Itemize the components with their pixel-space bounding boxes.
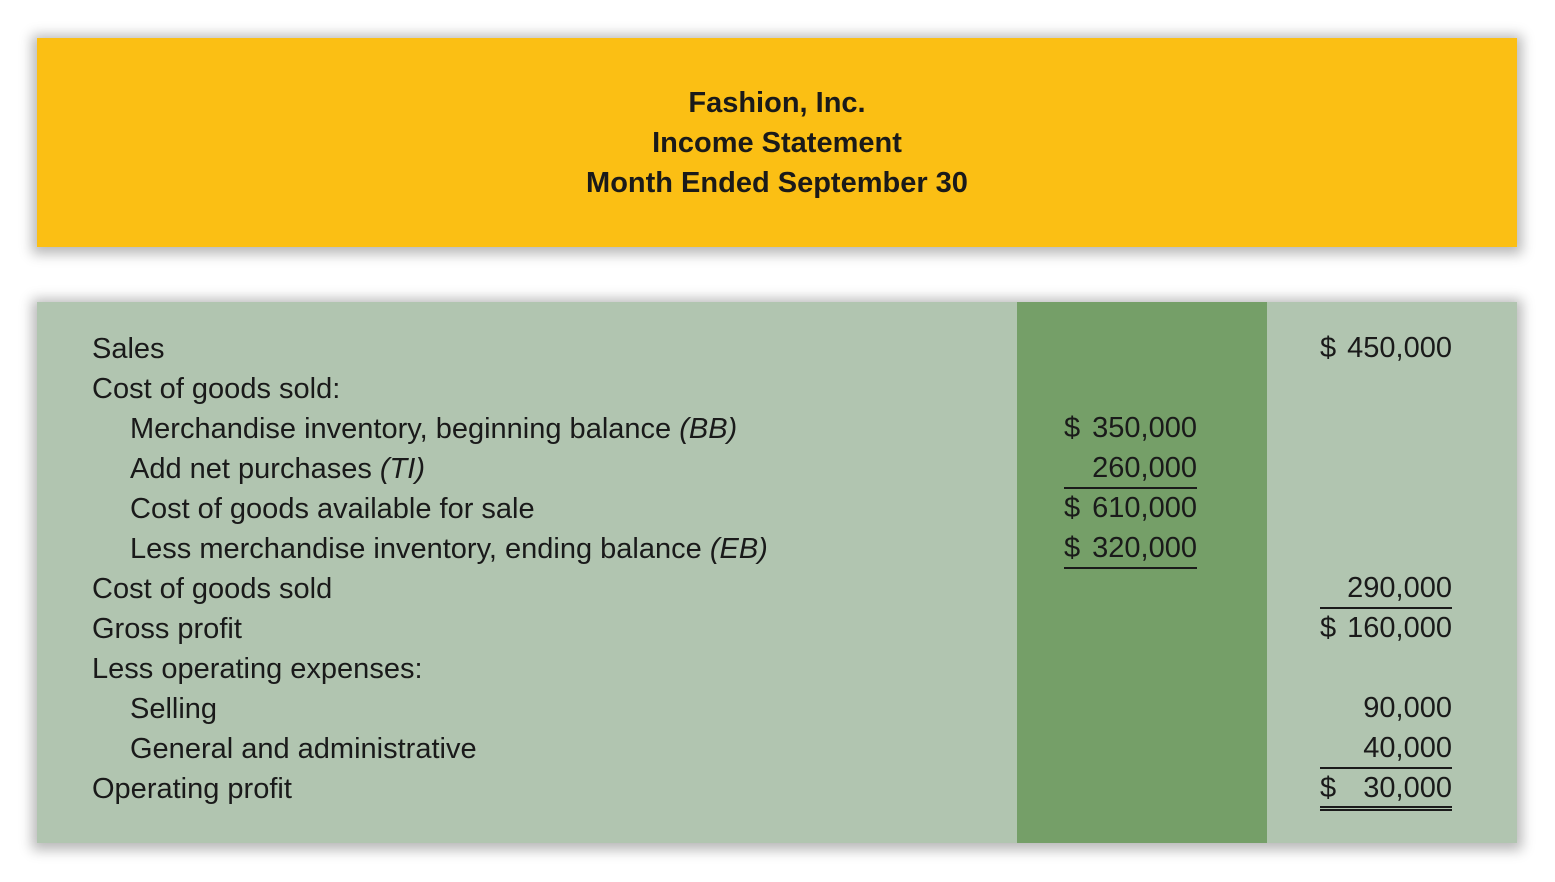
net-purchases-amount: 260,000 xyxy=(1064,449,1197,489)
row-label: Cost of goods sold xyxy=(92,573,333,605)
row-sales: Sales $450,000 xyxy=(37,329,1517,369)
sales-amount: $450,000 xyxy=(1320,332,1452,364)
row-label: Selling xyxy=(130,693,218,725)
row-gross-profit: Gross profit $160,000 xyxy=(37,609,1517,649)
goods-available-amount: $610,000 xyxy=(1064,492,1197,524)
row-operating-profit: Operating profit $30,000 xyxy=(37,769,1517,811)
selling-amount: 90,000 xyxy=(1363,692,1452,724)
statement-period: Month Ended September 30 xyxy=(586,166,968,199)
row-general-admin: General and administrative 40,000 xyxy=(37,729,1517,769)
row-label: Sales xyxy=(92,333,165,365)
row-label: Add net purchases (TI) xyxy=(130,453,425,485)
row-cogs-heading: Cost of goods sold: xyxy=(37,369,1517,409)
general-admin-amount: 40,000 xyxy=(1320,729,1452,769)
statement-body: Sales $450,000 Cost of goods sold: Merch… xyxy=(37,302,1517,843)
statement-title: Income Statement xyxy=(652,126,902,159)
row-label: General and administrative xyxy=(130,733,477,765)
row-label: Gross profit xyxy=(92,613,242,645)
company-name: Fashion, Inc. xyxy=(688,86,866,119)
row-cogs-total: Cost of goods sold 290,000 xyxy=(37,569,1517,609)
row-label: Cost of goods available for sale xyxy=(130,493,535,525)
row-label: Operating profit xyxy=(92,773,292,805)
cogs-amount: 290,000 xyxy=(1320,569,1452,609)
row-label: Less merchandise inventory, ending balan… xyxy=(130,533,768,565)
row-label: Merchandise inventory, beginning balance… xyxy=(130,413,738,445)
row-label: Cost of goods sold: xyxy=(92,373,341,405)
gross-profit-amount: $160,000 xyxy=(1320,612,1452,644)
row-net-purchases: Add net purchases (TI) 260,000 xyxy=(37,449,1517,489)
ending-inventory-amount: $320,000 xyxy=(1064,529,1197,569)
beginning-inventory-amount: $350,000 xyxy=(1064,412,1197,444)
row-label: Less operating expenses: xyxy=(92,653,423,685)
row-ending-inventory: Less merchandise inventory, ending balan… xyxy=(37,529,1517,569)
row-goods-available: Cost of goods available for sale $610,00… xyxy=(37,489,1517,529)
statement-header: Fashion, Inc. Income Statement Month End… xyxy=(37,38,1517,247)
operating-profit-amount: $30,000 xyxy=(1320,769,1452,811)
row-selling: Selling 90,000 xyxy=(37,689,1517,729)
row-beginning-inventory: Merchandise inventory, beginning balance… xyxy=(37,409,1517,449)
row-opex-heading: Less operating expenses: xyxy=(37,649,1517,689)
